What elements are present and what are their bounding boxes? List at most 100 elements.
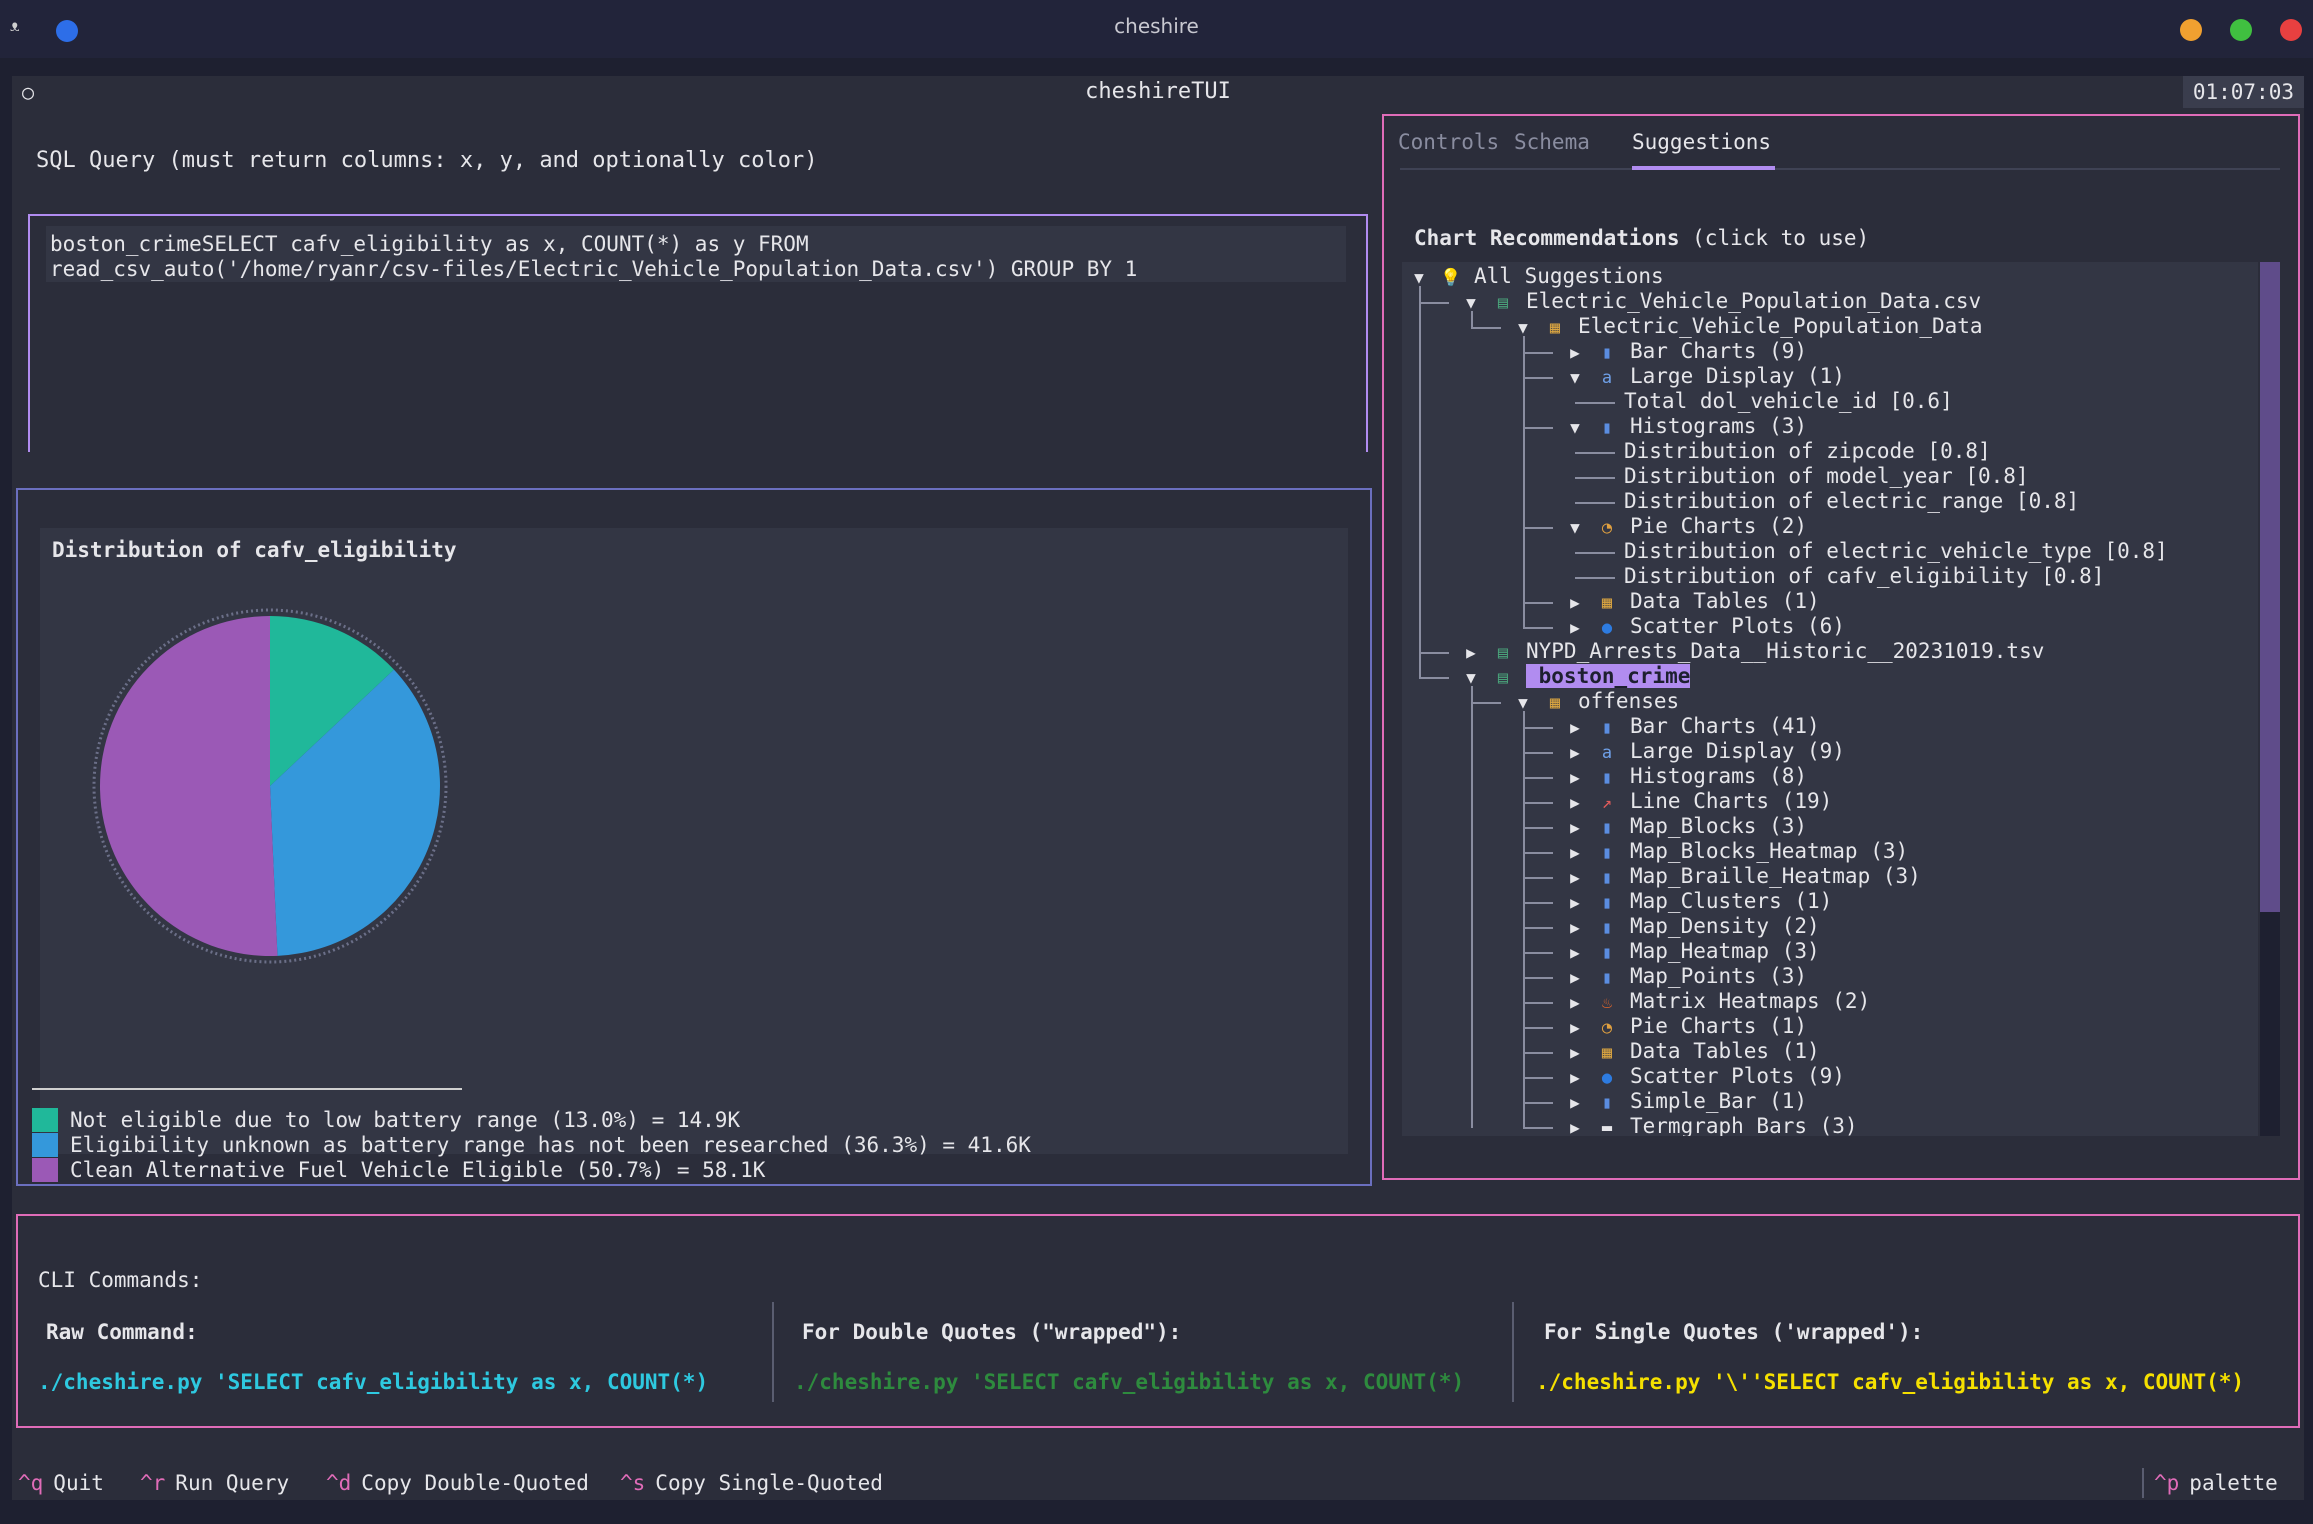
- collapsed-arrow-icon[interactable]: ▶: [1458, 640, 1484, 665]
- collapsed-arrow-icon[interactable]: ▶: [1562, 815, 1588, 840]
- tree-node[interactable]: ▶ ▮ Map_Density (2): [1562, 914, 1819, 940]
- tree-guide-line: [1419, 652, 1449, 654]
- tree-guide-line: [1575, 452, 1615, 454]
- tab-suggestions[interactable]: Suggestions: [1632, 130, 1771, 154]
- tree-guide-line: [1523, 1052, 1553, 1054]
- close-button[interactable]: [2280, 19, 2302, 41]
- tree-node[interactable]: Distribution of model_year [0.8]: [1624, 464, 2029, 489]
- tree-node-label: Distribution of cafv_eligibility [0.8]: [1624, 564, 2105, 588]
- tree-node[interactable]: ▶ ▮ Bar Charts (9): [1562, 339, 1807, 364]
- suggestions-tree[interactable]: ▼ 💡 All Suggestions ▼ ▤ Electric_Vehicle_Popu…: [1402, 262, 2258, 1136]
- tab-schema[interactable]: Schema: [1514, 130, 1590, 154]
- collapsed-arrow-icon[interactable]: ▶: [1562, 765, 1588, 790]
- tree-node[interactable]: ▼ ◔ Pie Charts (2): [1562, 514, 1807, 539]
- collapsed-arrow-icon[interactable]: ▶: [1562, 590, 1588, 615]
- tree-node-label: Histograms (8): [1630, 764, 1808, 788]
- tree-node[interactable]: ▶ ▮ Bar Charts (41): [1562, 714, 1819, 740]
- tree-scrollbar-thumb[interactable]: [2260, 262, 2280, 912]
- bar-chart-icon: ▮: [1601, 718, 1613, 738]
- tree-guide-line: [1523, 827, 1553, 829]
- cli-column-divider: [1512, 1302, 1514, 1402]
- collapsed-arrow-icon[interactable]: ▶: [1562, 840, 1588, 865]
- pie-slice-eligible: [99, 616, 278, 956]
- binding-label: Copy Single-Quoted: [655, 1471, 883, 1495]
- legend-item: Clean Alternative Fuel Vehicle Eligible …: [32, 1158, 765, 1182]
- tree-guide-line: [1523, 352, 1553, 354]
- tree-node[interactable]: ▶ ♨ Matrix Heatmaps (2): [1562, 989, 1870, 1014]
- tree-node[interactable]: ▶ ▮ Map_Braille_Heatmap (3): [1562, 864, 1921, 889]
- collapsed-arrow-icon[interactable]: ▶: [1562, 940, 1588, 965]
- single-quoted-command[interactable]: ./cheshire.py '\''SELECT cafv_eligibilit…: [1536, 1370, 2244, 1394]
- tree-node[interactable]: ▶ ▮ Map_Heatmap (3): [1562, 939, 1819, 965]
- binding-label: Run Query: [175, 1471, 290, 1495]
- tree-node[interactable]: Total dol_vehicle_id [0.6]: [1624, 389, 1953, 414]
- tree-node[interactable]: ▶ ▬ Termgraph Bars (3): [1562, 1114, 1857, 1136]
- tree-node-label: Map_Braille_Heatmap (3): [1630, 864, 1921, 888]
- raw-command[interactable]: ./cheshire.py 'SELECT cafv_eligibility a…: [38, 1370, 708, 1394]
- sql-query-editor[interactable]: boston_crimeSELECT cafv_eligibility as x…: [28, 214, 1368, 452]
- tree-node[interactable]: ▶ ▮ Histograms (8): [1562, 764, 1807, 789]
- tree-node[interactable]: ▶ a Large Display (9): [1562, 739, 1845, 764]
- tree-node[interactable]: ▼ 💡 All Suggestions: [1406, 264, 1663, 289]
- tree-node[interactable]: ▶ ▮ Map_Blocks (3): [1562, 814, 1807, 839]
- palette-binding[interactable]: ^p palette: [2142, 1468, 2278, 1498]
- tree-node[interactable]: ▶ ▮ Simple_Bar (1): [1562, 1089, 1807, 1114]
- tree-node[interactable]: ▶ ▮ Map_Blocks_Heatmap (3): [1562, 839, 1908, 864]
- collapsed-arrow-icon[interactable]: ▶: [1562, 1115, 1588, 1136]
- collapsed-arrow-icon[interactable]: ▶: [1562, 965, 1588, 990]
- tree-node[interactable]: Distribution of zipcode [0.8]: [1624, 439, 1991, 464]
- collapsed-arrow-icon[interactable]: ▶: [1562, 340, 1588, 365]
- collapsed-arrow-icon[interactable]: ▶: [1562, 1040, 1588, 1065]
- tree-node[interactable]: ▶ ▦ Data Tables (1): [1562, 1039, 1819, 1065]
- expanded-arrow-icon[interactable]: ▼: [1562, 515, 1588, 540]
- tree-node[interactable]: ▼ ▤ Electric_Vehicle_Population_Data.csv: [1458, 289, 1981, 314]
- tree-node[interactable]: ▶ ↗ Line Charts (19): [1562, 789, 1832, 814]
- minimize-button[interactable]: [2180, 19, 2202, 41]
- tree-node[interactable]: ▶ ◔ Pie Charts (1): [1562, 1014, 1807, 1039]
- sql-query-text[interactable]: boston_crimeSELECT cafv_eligibility as x…: [46, 226, 1346, 282]
- tab-controls[interactable]: Controls: [1398, 130, 1499, 154]
- tree-node[interactable]: Distribution of electric_vehicle_type [0…: [1624, 539, 2168, 564]
- tree-node-label: Large Display (9): [1630, 739, 1845, 763]
- tree-node[interactable]: ▶ ● Scatter Plots (9): [1562, 1064, 1845, 1089]
- collapsed-arrow-icon[interactable]: ▶: [1562, 615, 1588, 640]
- tree-node[interactable]: ▶ ▮ Map_Clusters (1): [1562, 889, 1832, 914]
- legend-swatch-eligible: [32, 1158, 58, 1182]
- collapsed-arrow-icon[interactable]: ▶: [1562, 1015, 1588, 1040]
- copy-double-binding[interactable]: ^d Copy Double-Quoted: [326, 1468, 589, 1498]
- maximize-button[interactable]: [2230, 19, 2252, 41]
- collapsed-arrow-icon[interactable]: ▶: [1562, 865, 1588, 890]
- tree-guide-line: [1523, 1127, 1553, 1129]
- key-label: ^p: [2154, 1471, 2180, 1495]
- collapsed-arrow-icon[interactable]: ▶: [1562, 740, 1588, 765]
- copy-single-binding[interactable]: ^s Copy Single-Quoted: [620, 1468, 883, 1498]
- tree-node[interactable]: ▶ ▤ NYPD_Arrests_Data__Historic__20231019.…: [1458, 639, 2044, 664]
- tree-node[interactable]: ▶ ▦ Data Tables (1): [1562, 589, 1819, 615]
- binding-label: palette: [2189, 1471, 2278, 1495]
- tree-node[interactable]: Distribution of electric_range [0.8]: [1624, 489, 2079, 514]
- expanded-arrow-icon[interactable]: ▼: [1562, 415, 1588, 440]
- expanded-arrow-icon[interactable]: ▼: [1562, 365, 1588, 390]
- collapsed-arrow-icon[interactable]: ▶: [1562, 990, 1588, 1015]
- collapsed-arrow-icon[interactable]: ▶: [1562, 915, 1588, 940]
- tree-node[interactable]: ▼ ▦ offenses: [1510, 689, 1679, 714]
- tree-node[interactable]: ▼ a Large Display (1): [1562, 364, 1845, 389]
- quit-binding[interactable]: ^q Quit: [18, 1468, 104, 1498]
- collapsed-arrow-icon[interactable]: ▶: [1562, 1090, 1588, 1115]
- tree-node[interactable]: ▼ ▦ Electric_Vehicle_Population_Data: [1510, 314, 1982, 339]
- tree-guide-line: [1523, 1027, 1553, 1029]
- tree-node[interactable]: Distribution of cafv_eligibility [0.8]: [1624, 564, 2104, 589]
- active-tab-indicator: [1632, 166, 1775, 170]
- collapsed-arrow-icon[interactable]: ▶: [1562, 1065, 1588, 1090]
- tree-node[interactable]: ▶ ● Scatter Plots (6): [1562, 614, 1845, 639]
- tree-node[interactable]: ▼ ▤ boston_crime: [1458, 664, 1691, 689]
- line-chart-icon: ↗: [1601, 793, 1613, 813]
- collapsed-arrow-icon[interactable]: ▶: [1562, 890, 1588, 915]
- run-query-binding[interactable]: ^r Run Query: [140, 1468, 289, 1498]
- collapsed-arrow-icon[interactable]: ▶: [1562, 715, 1588, 740]
- tree-guide-line: [1523, 977, 1553, 979]
- tree-node[interactable]: ▼ ▮ Histograms (3): [1562, 414, 1807, 439]
- tree-node[interactable]: ▶ ▮ Map_Points (3): [1562, 964, 1807, 989]
- collapsed-arrow-icon[interactable]: ▶: [1562, 790, 1588, 815]
- double-quoted-command[interactable]: ./cheshire.py 'SELECT cafv_eligibility a…: [794, 1370, 1464, 1394]
